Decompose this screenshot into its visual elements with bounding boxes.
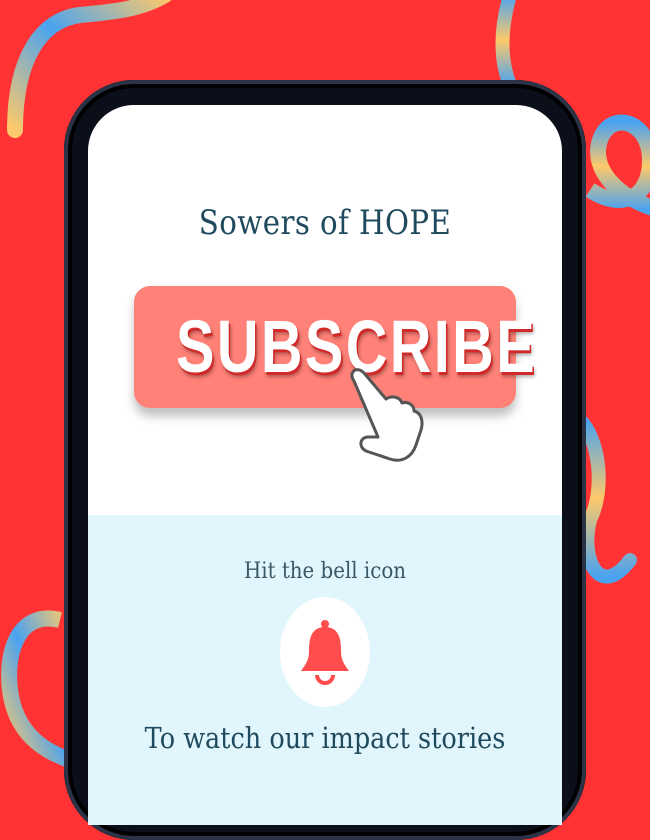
bell-tagline: To watch our impact stories bbox=[144, 721, 506, 755]
bell-icon bbox=[301, 620, 349, 685]
notification-bell-button[interactable] bbox=[280, 597, 370, 707]
phone-screen: Sowers of HOPE SUBSCRIBE Hit the bell ic… bbox=[88, 105, 562, 825]
pointing-hand-icon bbox=[350, 368, 424, 462]
subscribe-label: SUBSCRIBE bbox=[176, 305, 538, 388]
bell-section: Hit the bell icon To watch our impact st… bbox=[88, 515, 562, 825]
subscribe-button[interactable]: SUBSCRIBE bbox=[134, 286, 538, 408]
bell-prompt: Hit the bell icon bbox=[243, 559, 407, 584]
page-title: Sowers of HOPE bbox=[198, 203, 452, 243]
